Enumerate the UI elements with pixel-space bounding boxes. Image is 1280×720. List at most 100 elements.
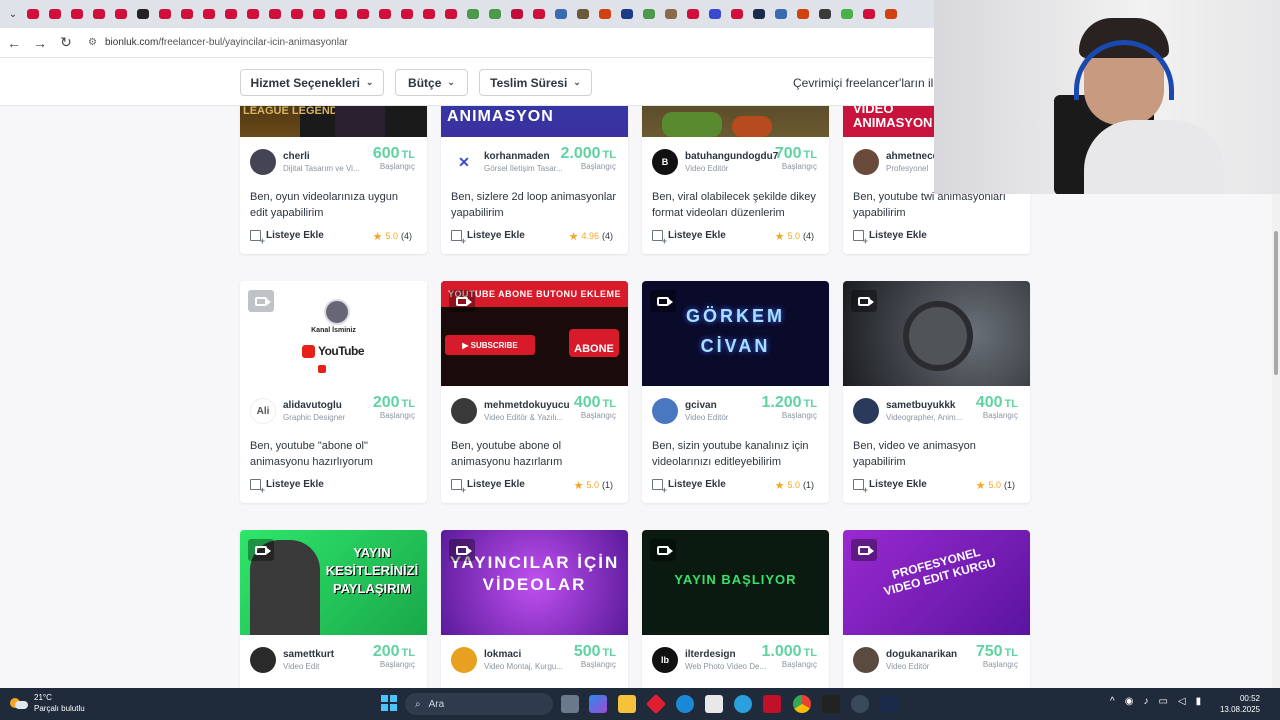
seller-info[interactable]: lokmaci Video Montaj, Kurgu... [451, 647, 563, 673]
copilot-icon[interactable] [589, 695, 607, 713]
app-icon[interactable] [734, 695, 752, 713]
browser-tab[interactable] [198, 0, 220, 28]
gig-card[interactable]: ANIMASYON ★ 4.96 (4) ✕ korhanmaden Görsel İ… [441, 106, 628, 254]
mic-icon[interactable]: ♪ [1143, 696, 1148, 707]
seller-info[interactable]: lb ilterdesign Web Photo Video De... [652, 647, 766, 673]
gig-title[interactable]: Ben, oyun videolarınıza uygun edit yapab… [250, 189, 418, 221]
start-icon[interactable] [381, 695, 397, 711]
browser-tab[interactable] [836, 0, 858, 28]
display-icon[interactable]: ▭ [1158, 696, 1167, 707]
browser-tab[interactable] [66, 0, 88, 28]
browser-tab[interactable] [22, 0, 44, 28]
store-icon[interactable] [705, 695, 723, 713]
gig-card[interactable]: LEAGUE LEGENDS ★ 5.0 (4) cherli Dijital Tas… [240, 106, 427, 254]
gig-card[interactable]: Kanal İsminiz YouTube Ali alidavutoglu Gr… [240, 281, 427, 503]
seller-info[interactable]: B batuhangundogdu7 Video Editör [652, 149, 778, 175]
avatar[interactable] [250, 149, 276, 175]
seller-name[interactable]: mehmetdokuyucu [484, 400, 570, 411]
edge-icon[interactable] [676, 695, 694, 713]
tab-search-icon[interactable]: ⌄ [4, 5, 22, 23]
browser-tab[interactable] [242, 0, 264, 28]
seller-name[interactable]: alidavutoglu [283, 400, 345, 411]
avatar[interactable]: lb [652, 647, 678, 673]
add-to-list-button[interactable]: Listeye Ekle [451, 479, 525, 495]
gig-card[interactable]: ★ 5.0 (1) sametbuyukkk Videographer, Anim..… [843, 281, 1030, 503]
gig-card[interactable]: GÖRKEM CİVAN ★ 5.0 (1) gcivan Video Editör … [642, 281, 829, 503]
add-to-list-button[interactable]: Listeye Ekle [853, 479, 927, 495]
seller-name[interactable]: ahmetnecd [886, 151, 939, 162]
browser-tab[interactable] [308, 0, 330, 28]
browser-tab[interactable] [660, 0, 682, 28]
browser-tab[interactable] [616, 0, 638, 28]
browser-tab[interactable] [110, 0, 132, 28]
avatar[interactable] [853, 398, 879, 424]
antivirus-icon[interactable] [763, 695, 781, 713]
browser-tab[interactable] [154, 0, 176, 28]
avatar[interactable] [451, 398, 477, 424]
browser-tab[interactable] [264, 0, 286, 28]
browser-tab[interactable] [792, 0, 814, 28]
seller-name[interactable]: dogukanarikan [886, 649, 957, 660]
back-icon[interactable]: ← [2, 31, 26, 55]
taskbar-search[interactable]: ⌕ Ara [405, 693, 553, 715]
browser-tab[interactable] [352, 0, 374, 28]
seller-name[interactable]: korhanmaden [484, 151, 563, 162]
seller-name[interactable]: lokmaci [484, 649, 563, 660]
steam-icon[interactable] [880, 695, 898, 713]
forward-icon[interactable]: → [28, 31, 52, 55]
clock[interactable]: 00:52 13.08.2025 [1220, 693, 1260, 715]
gig-title[interactable]: Ben, sizin youtube kanalınız için videol… [652, 438, 820, 470]
avatar[interactable] [853, 149, 879, 175]
browser-tab[interactable] [550, 0, 572, 28]
browser-tab[interactable] [374, 0, 396, 28]
avatar[interactable] [853, 647, 879, 673]
seller-name[interactable]: ilterdesign [685, 649, 766, 660]
browser-tab[interactable] [726, 0, 748, 28]
browser-tab[interactable] [506, 0, 528, 28]
seller-info[interactable]: Ali alidavutoglu Graphic Designer [250, 398, 345, 424]
browser-tab[interactable] [748, 0, 770, 28]
gig-card[interactable]: YOUTUBE ABONE BUTONU EKLEME ▶ SUBSCRIBE … [441, 281, 628, 503]
add-to-list-button[interactable]: Listeye Ekle [652, 230, 726, 246]
gig-card[interactable]: ★ 5.0 (4) B batuhangundogdu7 Video Editör 7… [642, 106, 829, 254]
online-freelancers-toggle-label[interactable]: Çevrimiçi freelancer'ların ilan [793, 76, 947, 90]
gig-title[interactable]: Ben, youtube abone ol animasyonu hazırla… [451, 438, 619, 470]
gig-card[interactable]: YAYINCILAR İÇİN VİDEOLAR lokmaci Video Mo… [441, 530, 628, 688]
weather-widget[interactable]: 21°C Parçalı bulutlu [10, 692, 85, 714]
browser-tab[interactable] [462, 0, 484, 28]
browser-tab[interactable] [440, 0, 462, 28]
add-to-list-button[interactable]: Listeye Ekle [853, 230, 927, 246]
seller-info[interactable]: dogukanarikan Video Editör [853, 647, 957, 673]
gig-title[interactable]: Ben, video ve animasyon yapabilirim [853, 438, 1021, 470]
browser-tab[interactable] [880, 0, 902, 28]
file-explorer-icon[interactable] [618, 695, 636, 713]
seller-name[interactable]: gcivan [685, 400, 728, 411]
browser-tab[interactable] [88, 0, 110, 28]
app-icon[interactable] [645, 693, 667, 715]
browser-tab[interactable] [594, 0, 616, 28]
gig-thumbnail[interactable]: LEAGUE LEGENDS [240, 106, 427, 137]
add-to-list-button[interactable]: Listeye Ekle [250, 479, 324, 495]
gig-card[interactable]: YAYIN BAŞLIYOR lb ilterdesign Web Photo V… [642, 530, 829, 688]
chrome-icon[interactable] [793, 695, 811, 713]
reload-icon[interactable]: ↻ [54, 31, 78, 55]
browser-tab[interactable] [44, 0, 66, 28]
browser-tab[interactable] [572, 0, 594, 28]
url-field[interactable]: ⚙ bionluk.com/freelancer-bul/yayincilar-… [88, 37, 348, 48]
seller-info[interactable]: ahmetnecd Profesyonel [853, 149, 939, 175]
gig-thumbnail[interactable]: ANIMASYON [441, 106, 628, 137]
network-icon[interactable]: ◉ [1125, 696, 1134, 707]
browser-tab[interactable] [528, 0, 550, 28]
task-view-icon[interactable] [561, 695, 579, 713]
app-icon[interactable] [822, 695, 840, 713]
browser-tab[interactable] [330, 0, 352, 28]
add-to-list-button[interactable]: Listeye Ekle [250, 230, 324, 246]
scrollbar-thumb[interactable] [1274, 231, 1278, 375]
browser-tab[interactable] [396, 0, 418, 28]
gig-title[interactable]: Ben, viral olabilecek şekilde dikey form… [652, 189, 820, 221]
avatar[interactable] [652, 398, 678, 424]
browser-tab[interactable] [682, 0, 704, 28]
seller-name[interactable]: sametbuyukkk [886, 400, 962, 411]
delivery-dropdown[interactable]: Teslim Süresi ⌄ [479, 69, 592, 96]
seller-name[interactable]: batuhangundogdu7 [685, 151, 778, 162]
